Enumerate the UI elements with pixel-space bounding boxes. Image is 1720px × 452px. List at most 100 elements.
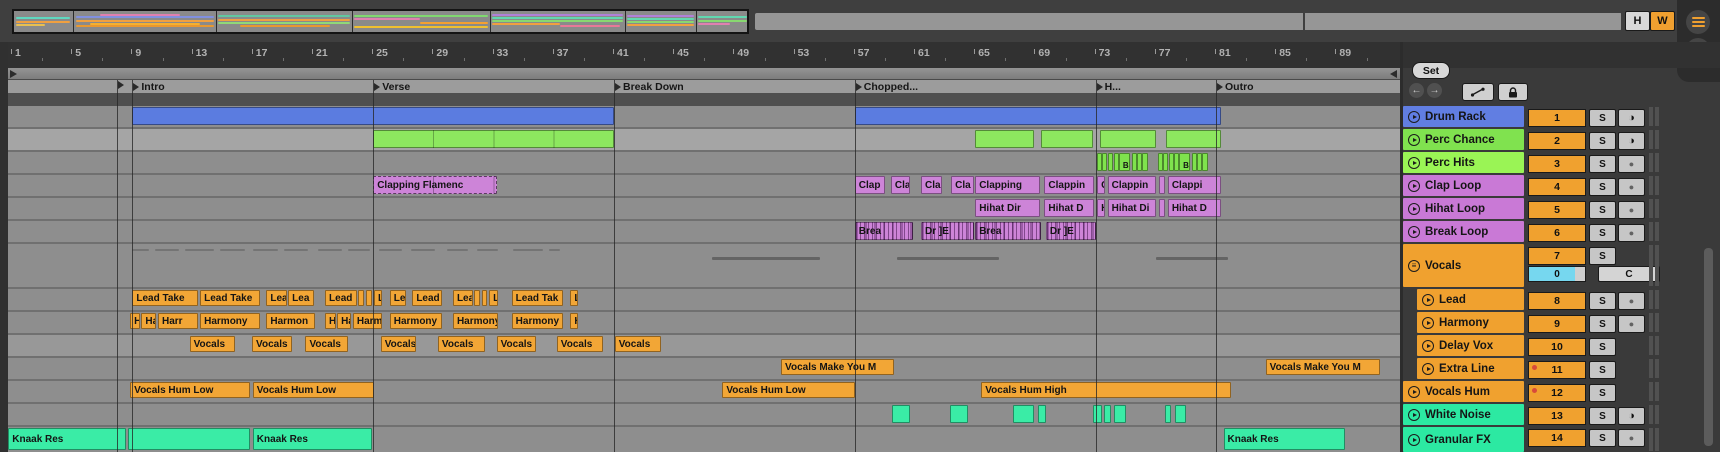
clip[interactable]	[1038, 405, 1046, 423]
clip[interactable]: Vocals Hum High	[981, 382, 1232, 398]
clip[interactable]: Harm	[352, 313, 383, 329]
clip[interactable]: Vocals	[496, 336, 536, 352]
clip[interactable]: Lea	[452, 290, 473, 306]
track-header-hihat-loop[interactable]: Hihat Loop	[1403, 198, 1524, 219]
track-play-icon[interactable]	[1408, 133, 1420, 146]
clip[interactable]: Clapping Flamenc	[373, 176, 497, 194]
clip[interactable]	[127, 428, 250, 450]
monitor-button[interactable]: ◑	[1618, 109, 1645, 127]
solo-button[interactable]: S	[1589, 178, 1616, 196]
clip[interactable]: Vocals	[437, 336, 485, 352]
clip[interactable]: Vocals Hum Low	[252, 382, 374, 398]
track-height-toggle-button[interactable]: H	[1625, 11, 1650, 31]
prev-locator-button[interactable]: ←	[1409, 83, 1424, 98]
track-number-box[interactable]: 4	[1528, 178, 1586, 196]
clip[interactable]: Vocals	[614, 336, 661, 352]
solo-button[interactable]: S	[1589, 429, 1616, 447]
track-play-icon[interactable]	[1408, 433, 1420, 446]
clip[interactable]: Hihat Di	[1107, 199, 1156, 217]
track-number-box[interactable]: 7	[1528, 247, 1586, 265]
locator-lane[interactable]: Intro Verse Break Down Chopped... H... Outro	[8, 80, 1400, 93]
clip[interactable]: Lead Take	[132, 290, 198, 306]
track-number-box[interactable]: 6	[1528, 224, 1586, 242]
track-play-icon[interactable]	[1422, 316, 1434, 329]
track-header-delay-vox[interactable]: Delay Vox	[1417, 335, 1524, 356]
clip[interactable]	[1142, 153, 1149, 171]
next-locator-button[interactable]: →	[1427, 83, 1442, 98]
clip[interactable]	[1103, 405, 1112, 423]
clip[interactable]	[1197, 153, 1203, 171]
solo-button[interactable]: S	[1589, 407, 1616, 425]
track-header-clap-loop[interactable]: Clap Loop	[1403, 175, 1524, 196]
solo-button[interactable]: S	[1589, 315, 1616, 333]
clip[interactable]: Harmon	[266, 313, 315, 329]
track-number-box[interactable]: 9	[1528, 315, 1586, 333]
clip[interactable]: Harmony	[452, 313, 499, 329]
solo-button[interactable]: S	[1589, 384, 1616, 402]
clip[interactable]: Le	[489, 290, 499, 306]
clip[interactable]: Brea	[975, 222, 1042, 240]
solo-button[interactable]: S	[1589, 109, 1616, 127]
clip[interactable]: Harmony	[511, 313, 563, 329]
clip[interactable]: Hihat D	[1167, 199, 1221, 217]
clip[interactable]: Harmony	[200, 313, 261, 329]
track-number-box[interactable]: 11	[1528, 361, 1586, 379]
clip[interactable]: Vocals Make You M	[781, 359, 894, 375]
track-number-box[interactable]: 8	[1528, 292, 1586, 310]
clip[interactable]: Knaak Res	[1223, 428, 1346, 450]
clip[interactable]	[481, 290, 487, 306]
track-number-box[interactable]: 12	[1528, 384, 1586, 402]
clip[interactable]: Lea	[288, 290, 315, 306]
clip[interactable]: Vocals	[556, 336, 604, 352]
arm-button[interactable]: ●	[1618, 201, 1645, 219]
clip[interactable]: Lead	[412, 290, 443, 306]
solo-button[interactable]: S	[1589, 155, 1616, 173]
scroll-left-arrow-icon[interactable]	[1390, 70, 1397, 78]
track-number-box[interactable]: 14	[1528, 429, 1586, 447]
clip[interactable]: Lead	[325, 290, 357, 306]
clip[interactable]: Knaak Res	[252, 428, 372, 450]
vertical-scrollbar[interactable]	[1704, 248, 1713, 446]
track-header-white-noise[interactable]: White Noise	[1403, 404, 1524, 425]
track-play-icon[interactable]	[1422, 293, 1434, 306]
clip[interactable]: Lea	[266, 290, 288, 306]
track-header-vocals-hum[interactable]: Vocals Hum	[1403, 381, 1524, 402]
clip[interactable]: Le	[389, 290, 407, 306]
clip[interactable]: H	[325, 313, 336, 329]
clip[interactable]: Vocals	[305, 336, 348, 352]
beat-time-ruler[interactable]: 1 5 9 13 17 21 25 29 33 37 41 45 49 53 57 61 65 69 73 77 81 8…	[0, 42, 1720, 68]
solo-button[interactable]: S	[1589, 201, 1616, 219]
clip[interactable]	[1164, 405, 1171, 423]
clip[interactable]: H	[570, 313, 578, 329]
lock-envelopes-button[interactable]	[1498, 83, 1528, 101]
track-header-extra-line[interactable]: Extra Line	[1417, 358, 1524, 379]
clip[interactable]: Ha	[141, 313, 157, 329]
track-header-drum-rack[interactable]: Drum Rack	[1403, 106, 1524, 127]
clip[interactable]: Cla	[951, 176, 974, 194]
track-header-lead[interactable]: Lead	[1417, 289, 1524, 310]
clip[interactable]	[1131, 153, 1137, 171]
clip[interactable]: Brea	[854, 222, 914, 240]
clip[interactable]	[1168, 153, 1174, 171]
clip[interactable]: Clap	[854, 176, 885, 194]
arm-button[interactable]: ●	[1618, 292, 1645, 310]
clip[interactable]	[1163, 153, 1169, 171]
clip[interactable]: Dr ]E	[921, 222, 974, 240]
track-number-box[interactable]: 1	[1528, 109, 1586, 127]
clip[interactable]: Harr	[157, 313, 198, 329]
track-header-granular-fx[interactable]: Granular FX	[1403, 427, 1524, 452]
track-number-box[interactable]: 3	[1528, 155, 1586, 173]
clip[interactable]	[1191, 153, 1197, 171]
track-width-toggle-button[interactable]: W	[1650, 11, 1675, 31]
locator-flag[interactable]	[118, 81, 126, 89]
clip[interactable]: Cla	[921, 176, 943, 194]
clip[interactable]: Ha	[337, 313, 351, 329]
track-header-break-loop[interactable]: Break Loop	[1403, 221, 1524, 242]
clip[interactable]	[1158, 199, 1165, 217]
clip[interactable]	[1107, 153, 1113, 171]
clip[interactable]	[1136, 153, 1142, 171]
clip[interactable]	[975, 130, 1034, 148]
clip[interactable]	[1102, 153, 1108, 171]
monitor-button[interactable]: ◑	[1618, 132, 1645, 150]
arm-button[interactable]: ●	[1618, 155, 1645, 173]
